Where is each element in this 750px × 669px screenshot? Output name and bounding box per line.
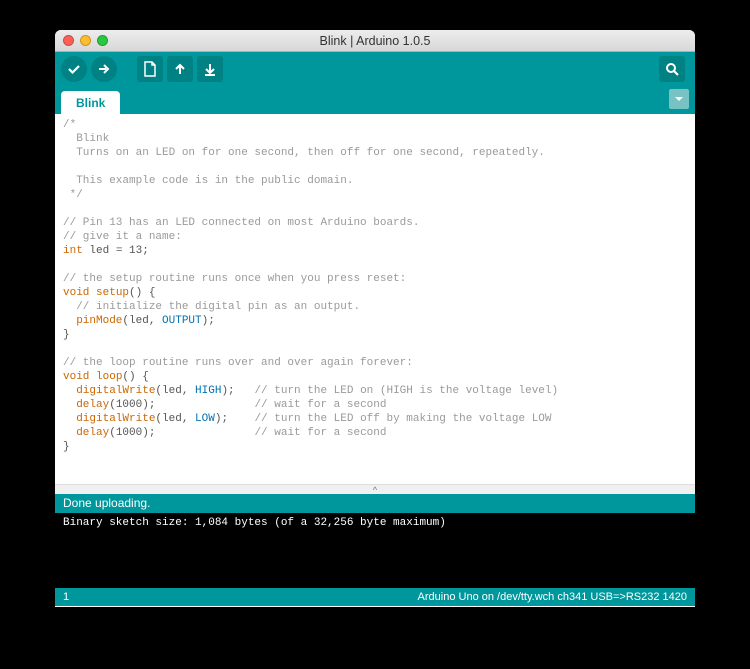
code-line: // initialize the digital pin as an outp… [63,301,360,313]
code-text [63,385,76,397]
code-text: ); [202,315,215,327]
minimize-window-button[interactable] [80,35,91,46]
code-line: This example code is in the public domai… [63,175,353,187]
line-number: 1 [63,591,69,603]
code-text: (led, [122,315,162,327]
status-bar: Done uploading. [55,494,695,513]
code-editor[interactable]: /* Blink Turns on an LED on for one seco… [55,114,695,484]
code-text: (led, [155,385,195,397]
code-text: () { [122,371,148,383]
code-com: // wait for a second [254,399,386,411]
code-text: (1000); [109,427,254,439]
code-fn: delay [76,427,109,439]
console-line: Binary sketch size: 1,084 bytes (of a 32… [63,517,687,529]
code-line: /* [63,119,76,131]
code-const: HIGH [195,385,221,397]
code-line: // give it a name: [63,231,182,243]
tab-bar: Blink [55,86,695,114]
new-sketch-button[interactable] [137,56,163,82]
code-com: // wait for a second [254,427,386,439]
window-title: Blink | Arduino 1.0.5 [55,34,695,48]
code-line: } [63,441,70,453]
arrow-down-icon [203,61,217,77]
save-sketch-button[interactable] [197,56,223,82]
code-text: (1000); [109,399,254,411]
file-icon [143,61,157,77]
code-kw: void [63,287,89,299]
code-const: OUTPUT [162,315,202,327]
tab-menu-button[interactable] [669,89,689,109]
code-line [63,203,70,215]
code-const: LOW [195,413,215,425]
code-text: () { [129,287,155,299]
code-line [63,161,70,173]
code-line: Turns on an LED on for one second, then … [63,147,545,159]
code-text: led = 13; [83,245,149,257]
status-message: Done uploading. [63,496,150,510]
code-text: (led, [155,413,195,425]
code-com: // turn the LED off by making the voltag… [254,413,551,425]
code-line: } [63,329,70,341]
code-text [63,399,76,411]
code-fn: setup [96,287,129,299]
magnifier-icon [664,61,680,77]
code-text [63,413,76,425]
code-com: // turn the LED on (HIGH is the voltage … [254,385,558,397]
zoom-window-button[interactable] [97,35,108,46]
board-port-info: Arduino Uno on /dev/tty.wch ch341 USB=>R… [418,591,687,603]
code-fn: digitalWrite [76,385,155,397]
code-kw: void [63,371,89,383]
footer-bar: 1 Arduino Uno on /dev/tty.wch ch341 USB=… [55,588,695,606]
code-kw: int [63,245,83,257]
code-line: */ [63,189,83,201]
code-fn: delay [76,399,109,411]
check-icon [66,61,82,77]
code-line: Blink [63,133,109,145]
toolbar [55,52,695,86]
verify-button[interactable] [61,56,87,82]
code-line: // the loop routine runs over and over a… [63,357,413,369]
code-fn: digitalWrite [76,413,155,425]
output-console[interactable]: Binary sketch size: 1,084 bytes (of a 32… [55,513,695,588]
arrow-up-icon [173,61,187,77]
arrow-right-icon [96,61,112,77]
code-line: // Pin 13 has an LED connected on most A… [63,217,419,229]
open-sketch-button[interactable] [167,56,193,82]
code-text [63,315,76,327]
sketch-tab[interactable]: Blink [61,91,120,114]
code-fn: loop [96,371,122,383]
code-line: // the setup routine runs once when you … [63,273,406,285]
upload-button[interactable] [91,56,117,82]
code-text [63,427,76,439]
code-text: ); [215,413,255,425]
serial-monitor-button[interactable] [659,56,685,82]
code-text: ); [221,385,254,397]
split-handle[interactable]: ^ [55,484,695,494]
titlebar: Blink | Arduino 1.0.5 [55,30,695,52]
close-window-button[interactable] [63,35,74,46]
chevron-down-icon [674,94,684,104]
code-fn: pinMode [76,315,122,327]
arduino-window: Blink | Arduino 1.0.5 Blink /* Blink Tur… [55,30,695,607]
